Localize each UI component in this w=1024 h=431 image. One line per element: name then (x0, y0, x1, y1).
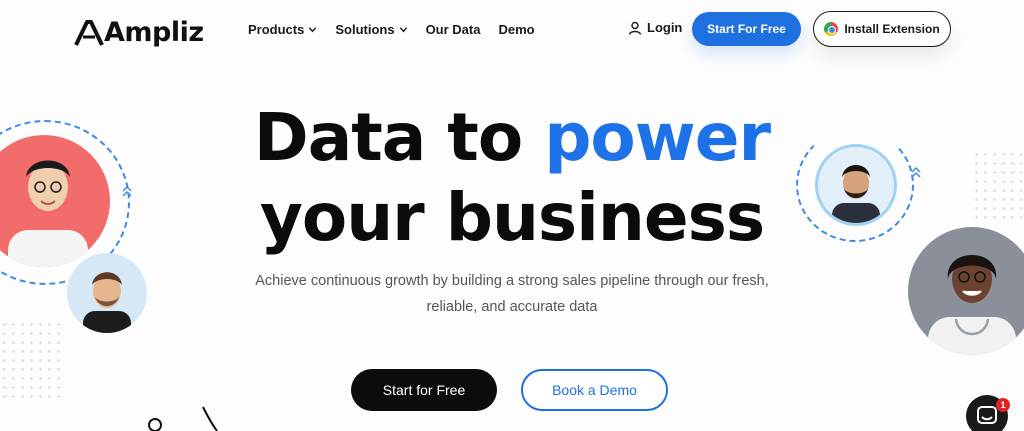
nav-item-products[interactable]: Products (248, 22, 317, 37)
page: Ampliz Products Solutions Our Data Demo … (0, 0, 1024, 431)
main-nav: Products Solutions Our Data Demo (248, 22, 535, 37)
hero-headline-line2: your business (259, 179, 765, 256)
headline-highlight: power (544, 99, 771, 176)
nav-item-label: Solutions (335, 22, 395, 37)
chevron-down-icon (309, 27, 317, 33)
login-label: Login (647, 20, 683, 35)
nav-item-label: Products (248, 22, 305, 37)
headline-text: Data to (253, 99, 545, 176)
book-demo-button[interactable]: Book a Demo (521, 369, 668, 411)
logo-text: Ampliz (104, 17, 204, 48)
chrome-icon (824, 22, 839, 36)
user-icon (628, 21, 642, 35)
hero-subtitle-line2: reliable, and accurate data (426, 299, 598, 315)
decorative-squiggle (148, 406, 218, 431)
nav-item-demo[interactable]: Demo (498, 22, 534, 37)
chat-notification-badge: 1 (996, 398, 1010, 412)
nav-item-solutions[interactable]: Solutions (335, 22, 407, 37)
hero-subtitle-line1: Achieve continuous growth by building a … (255, 273, 769, 289)
nav-item-our-data[interactable]: Our Data (426, 22, 481, 37)
install-extension-label: Install Extension (844, 22, 940, 36)
logo[interactable]: Ampliz (74, 17, 204, 48)
hero-headline-line1: Data to power (0, 98, 1024, 178)
chevron-down-icon (399, 27, 407, 33)
install-extension-button[interactable]: Install Extension (813, 11, 951, 47)
nav-item-label: Demo (498, 22, 535, 37)
start-for-free-cta-button[interactable]: Start for Free (351, 369, 497, 411)
ampliz-logo-icon (74, 19, 104, 46)
login-link[interactable]: Login (628, 20, 682, 35)
start-for-free-button[interactable]: Start For Free (692, 12, 801, 46)
nav-item-label: Our Data (425, 22, 481, 37)
dot-pattern-left (0, 320, 60, 400)
